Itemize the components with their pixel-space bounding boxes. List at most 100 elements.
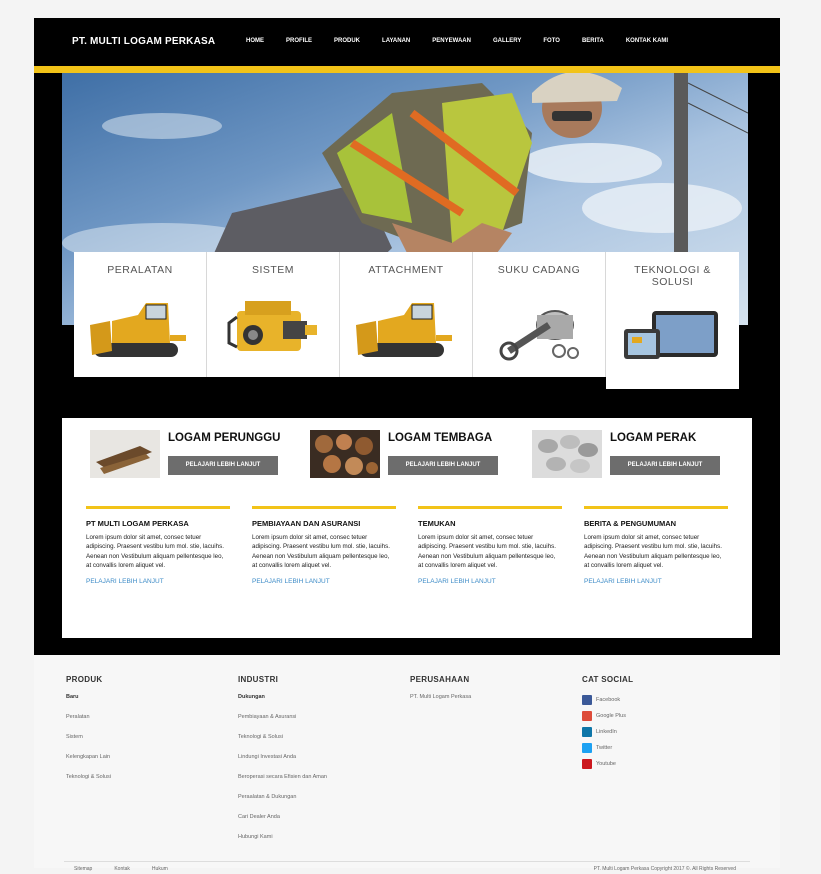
- facebook-icon: [582, 695, 592, 705]
- social-youtube[interactable]: Youtube: [582, 756, 633, 772]
- info-column: BERITA & PENGUMUMAN Lorem ipsum dolor si…: [584, 506, 728, 585]
- nav-kontak[interactable]: KONTAK KAMI: [626, 38, 668, 44]
- column-title: PT MULTI LOGAM PERKASA: [86, 519, 189, 528]
- learn-more-link[interactable]: PELAJARI LEBIH LANJUT: [418, 578, 562, 585]
- category-tiles: PERALATAN SISTEM ATTACHMENT SUKU CADANG …: [74, 252, 740, 389]
- column-title: TEMUKAN: [418, 519, 456, 528]
- column-text: Lorem ipsum dolor sit amet, consec tetue…: [252, 534, 390, 569]
- tile-sistem[interactable]: SISTEM: [207, 252, 340, 377]
- tile-label: SISTEM: [251, 264, 295, 276]
- nav-foto[interactable]: FOTO: [543, 38, 560, 44]
- column-accent-rule: [584, 506, 728, 509]
- legal-link[interactable]: Hukum: [152, 866, 168, 872]
- youtube-icon: [582, 759, 592, 769]
- main-nav: HOME PROFILE PRODUK LAYANAN PENYEWAAN GA…: [246, 38, 690, 44]
- social-linkedin[interactable]: LinkedIn: [582, 724, 633, 740]
- footer-heading: PRODUK: [66, 675, 103, 684]
- metal-title: LOGAM PERAK: [610, 432, 697, 444]
- tile-peralatan[interactable]: PERALATAN: [74, 252, 207, 377]
- column-title: BERITA & PENGUMUMAN: [584, 519, 677, 528]
- nav-penyewaan[interactable]: PENYEWAAN: [432, 38, 471, 44]
- column-text: Lorem ipsum dolor sit amet, consec tetue…: [86, 534, 224, 569]
- tile-attachment[interactable]: ATTACHMENT: [340, 252, 473, 377]
- footer-link[interactable]: Cari Dealer Anda: [238, 814, 327, 834]
- tile-label: SUKU CADANG: [497, 264, 581, 276]
- site-header: PT. MULTI LOGAM PERKASA HOME PROFILE PRO…: [34, 18, 780, 66]
- accent-bar: [34, 66, 780, 73]
- site-footer: PRODUK Baru Peralatan Sistem Kelengkapan…: [34, 655, 780, 872]
- nav-produk[interactable]: PRODUK: [334, 38, 360, 44]
- bulldozer-image: [90, 303, 186, 357]
- footer-social: CAT SOCIAL Facebook Google Plus LinkedIn…: [582, 675, 633, 772]
- footer-link[interactable]: Hubungi Kami: [238, 834, 327, 854]
- social-label: LinkedIn: [596, 729, 617, 735]
- column-accent-rule: [86, 506, 230, 509]
- footer-heading: INDUSTRI: [238, 675, 279, 684]
- footer-link[interactable]: PT. Multi Logam Perkasa: [410, 694, 471, 714]
- footer-link[interactable]: Sistem: [66, 734, 111, 754]
- monitor-devices-image: [624, 311, 718, 359]
- engine-image: [227, 301, 317, 351]
- social-twitter[interactable]: Twitter: [582, 740, 633, 756]
- tile-label: PERALATAN: [107, 264, 173, 276]
- piston-image: [499, 310, 579, 361]
- column-accent-rule: [252, 506, 396, 509]
- google-plus-icon: [582, 711, 592, 721]
- metal-title: LOGAM TEMBAGA: [388, 432, 493, 444]
- column-text: Lorem ipsum dolor sit amet, consec tetue…: [418, 534, 556, 569]
- info-column: PEMBIAYAAN DAN ASURANSI Lorem ipsum dolo…: [252, 506, 396, 585]
- learn-more-link[interactable]: PELAJARI LEBIH LANJUT: [584, 578, 728, 585]
- footer-link[interactable]: Teknologi & Solusi: [238, 734, 327, 754]
- social-facebook[interactable]: Facebook: [582, 692, 633, 708]
- info-column: PT MULTI LOGAM PERKASA Lorem ipsum dolor…: [86, 506, 230, 585]
- learn-more-link[interactable]: PELAJARI LEBIH LANJUT: [252, 578, 396, 585]
- twitter-icon: [582, 743, 592, 753]
- metal-title: LOGAM PERUNGGU: [168, 432, 281, 444]
- footer-link[interactable]: Dukungan: [238, 694, 327, 714]
- tile-teknologi[interactable]: TEKNOLOGI & SOLUSI: [606, 252, 739, 389]
- social-label: Youtube: [596, 761, 616, 767]
- footer-heading: CAT SOCIAL: [582, 675, 634, 684]
- social-label: Google Plus: [596, 713, 626, 719]
- tile-suku-cadang[interactable]: SUKU CADANG: [473, 252, 606, 377]
- learn-more-button[interactable]: PELAJARI LEBIH LANJUT: [168, 456, 278, 475]
- footer-bottom-links: Sitemap Kontak Hukum: [74, 866, 168, 872]
- nav-home[interactable]: HOME: [246, 38, 264, 44]
- footer-divider: [64, 861, 750, 862]
- footer-perusahaan: PERUSAHAAN PT. Multi Logam Perkasa: [410, 675, 471, 714]
- footer-link[interactable]: Peraalatan & Dukungan: [238, 794, 327, 814]
- nav-berita[interactable]: BERITA: [582, 38, 604, 44]
- learn-more-link[interactable]: PELAJARI LEBIH LANJUT: [86, 578, 230, 585]
- nav-profile[interactable]: PROFILE: [286, 38, 312, 44]
- footer-link[interactable]: Peralatan: [66, 714, 111, 734]
- learn-more-button[interactable]: PELAJARI LEBIH LANJUT: [610, 456, 720, 475]
- footer-heading: PERUSAHAAN: [410, 675, 470, 684]
- contact-link[interactable]: Kontak: [114, 866, 130, 872]
- footer-link[interactable]: Kelengkapan Lain: [66, 754, 111, 774]
- social-label: Facebook: [596, 697, 621, 703]
- sitemap-link[interactable]: Sitemap: [74, 866, 92, 872]
- silver-coins-image: [532, 430, 602, 478]
- footer-link[interactable]: Baru: [66, 694, 111, 714]
- info-column: TEMUKAN Lorem ipsum dolor sit amet, cons…: [418, 506, 562, 585]
- tile-label: TEKNOLOGI & SOLUSI: [634, 264, 711, 288]
- nav-layanan[interactable]: LAYANAN: [382, 38, 410, 44]
- bronze-bars-image: [90, 430, 160, 478]
- nav-gallery[interactable]: GALLERY: [493, 38, 521, 44]
- footer-link[interactable]: Teknologi & Solusi: [66, 774, 111, 794]
- linkedin-icon: [582, 727, 592, 737]
- social-google-plus[interactable]: Google Plus: [582, 708, 633, 724]
- social-label: Twitter: [596, 745, 613, 751]
- brand-logo[interactable]: PT. MULTI LOGAM PERKASA: [72, 36, 215, 47]
- page: PT. MULTI LOGAM PERKASA HOME PROFILE PRO…: [34, 18, 780, 872]
- footer-link[interactable]: Beroperasi secara Efisien dan Aman: [238, 774, 327, 794]
- column-accent-rule: [418, 506, 562, 509]
- footer-industri: INDUSTRI Dukungan Pembiayaan & Asuransi …: [238, 675, 327, 854]
- column-title: PEMBIAYAAN DAN ASURANSI: [252, 519, 361, 528]
- footer-link[interactable]: Pembiayaan & Asuransi: [238, 714, 327, 734]
- footer-produk: PRODUK Baru Peralatan Sistem Kelengkapan…: [66, 675, 111, 794]
- tile-label: ATTACHMENT: [368, 264, 444, 276]
- learn-more-button[interactable]: PELAJARI LEBIH LANJUT: [388, 456, 498, 475]
- column-text: Lorem ipsum dolor sit amet, consec tetue…: [584, 534, 722, 569]
- footer-link[interactable]: Lindungi Investasi Anda: [238, 754, 327, 774]
